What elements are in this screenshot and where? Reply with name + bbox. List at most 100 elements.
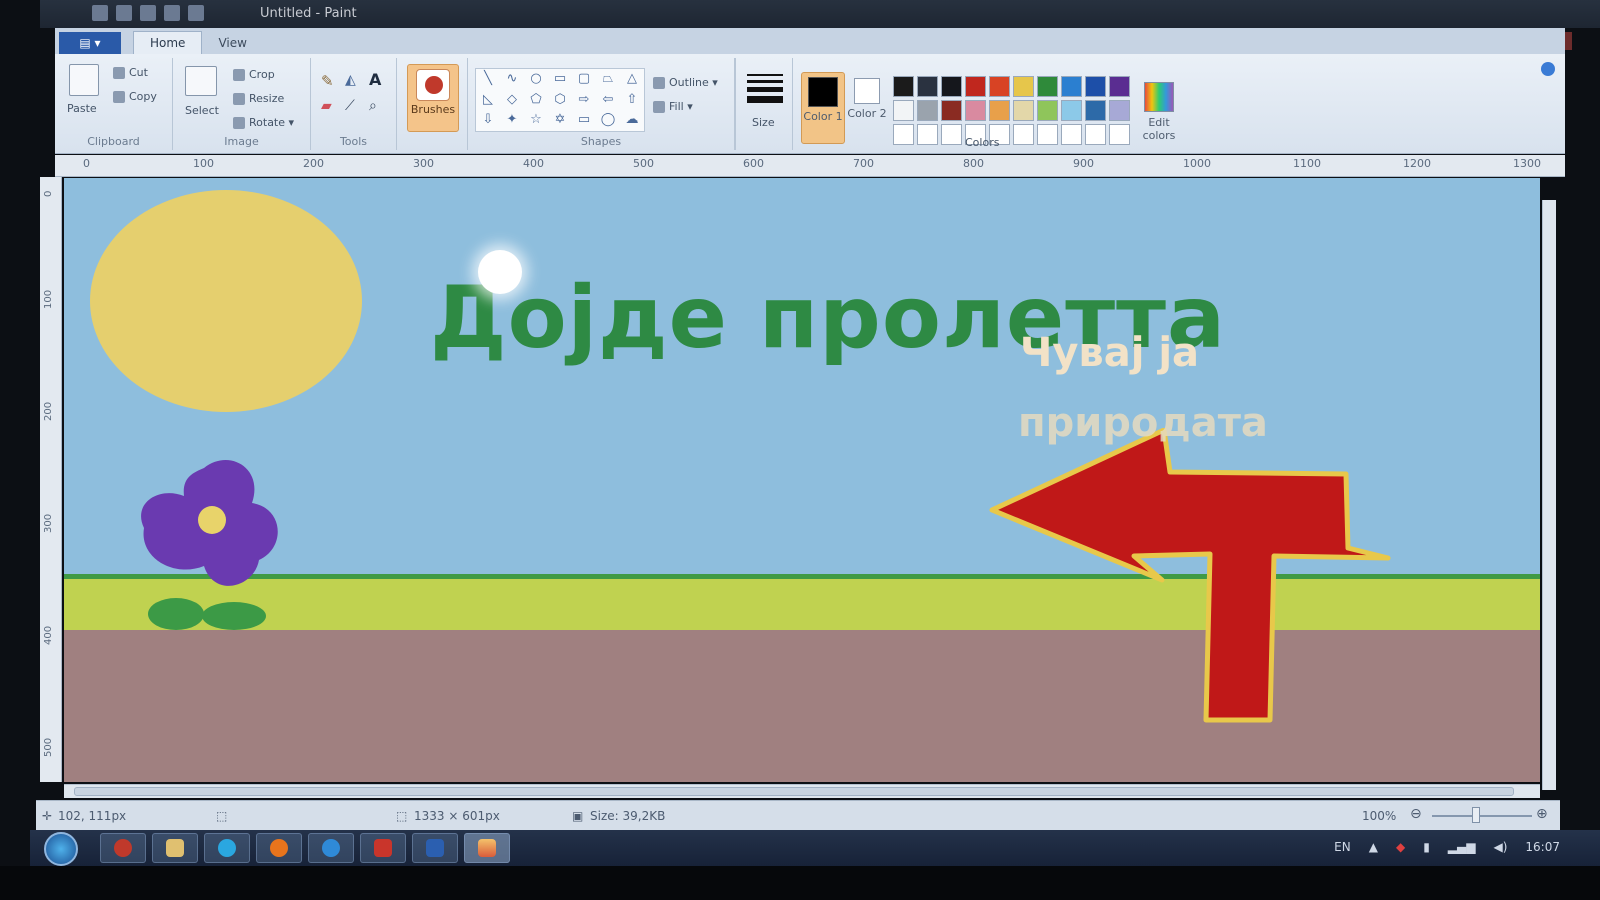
- palette-swatch[interactable]: [1037, 76, 1058, 97]
- palette-swatch[interactable]: [1013, 76, 1034, 97]
- palette-swatch[interactable]: [1013, 100, 1034, 121]
- taskbar-explorer[interactable]: [152, 833, 198, 863]
- edit-colors-button[interactable]: Edit colors: [1139, 82, 1179, 142]
- resize-button[interactable]: Resize: [233, 92, 284, 105]
- paint-app-icon[interactable]: [92, 5, 108, 21]
- zoom-in-icon[interactable]: ⊕: [1536, 806, 1548, 822]
- drawing-canvas[interactable]: Дојде пролетта: [64, 178, 1540, 782]
- cloud-callout-icon[interactable]: ☁: [620, 110, 644, 131]
- text-tool-icon[interactable]: A: [369, 70, 381, 89]
- taskbar-media-player[interactable]: [100, 833, 146, 863]
- pencil-icon[interactable]: ✎: [321, 72, 334, 90]
- select-button[interactable]: Select: [185, 104, 219, 117]
- line-shape-icon[interactable]: ╲: [476, 69, 500, 90]
- crop-button[interactable]: Crop: [233, 68, 275, 81]
- palette-swatch[interactable]: [893, 124, 914, 145]
- tab-home[interactable]: Home: [133, 31, 203, 54]
- size-button[interactable]: Size: [752, 116, 775, 129]
- palette-swatch[interactable]: [1037, 100, 1058, 121]
- down-arrow-shape-icon[interactable]: ⇩: [476, 110, 500, 131]
- paste-button[interactable]: Paste: [67, 102, 97, 115]
- start-button[interactable]: [44, 832, 78, 866]
- left-arrow-shape-icon[interactable]: ⇦: [596, 90, 620, 111]
- palette-swatch[interactable]: [965, 100, 986, 121]
- horizontal-scrollbar[interactable]: [64, 784, 1540, 798]
- color-picker-icon[interactable]: ⟋: [345, 98, 355, 114]
- palette-swatch[interactable]: [989, 100, 1010, 121]
- horizontal-scroll-thumb[interactable]: [74, 787, 1514, 796]
- rectangle-shape-icon[interactable]: ▭: [548, 69, 572, 90]
- color1-button[interactable]: Color 1: [801, 72, 845, 144]
- palette-swatch[interactable]: [1061, 76, 1082, 97]
- curve-shape-icon[interactable]: ∿: [500, 69, 524, 90]
- outline-button[interactable]: Outline ▾: [653, 76, 718, 89]
- color2-button[interactable]: Color 2: [847, 76, 887, 144]
- taskbar-acrobat[interactable]: [360, 833, 406, 863]
- palette-swatch[interactable]: [1085, 100, 1106, 121]
- fill-bucket-icon[interactable]: ◭: [345, 72, 356, 88]
- copy-button[interactable]: Copy: [113, 90, 157, 103]
- tab-view[interactable]: View: [202, 32, 262, 54]
- taskbar-skype[interactable]: [204, 833, 250, 863]
- palette-swatch[interactable]: [989, 76, 1010, 97]
- save-icon[interactable]: [116, 5, 132, 21]
- vertical-scrollbar[interactable]: [1542, 200, 1556, 790]
- right-arrow-shape-icon[interactable]: ⇨: [572, 90, 596, 111]
- select-icon[interactable]: [185, 66, 217, 96]
- show-hidden-icons-icon[interactable]: ▲: [1369, 840, 1378, 854]
- palette-swatch[interactable]: [917, 124, 938, 145]
- size-icon[interactable]: [747, 74, 783, 107]
- battery-icon[interactable]: ▮: [1423, 840, 1430, 854]
- triangle-shape-icon[interactable]: △: [620, 69, 644, 90]
- rounded-callout-icon[interactable]: ▭: [572, 110, 596, 131]
- undo-icon[interactable]: [140, 5, 156, 21]
- rotate-button[interactable]: Rotate ▾: [233, 116, 294, 129]
- rounded-rectangle-shape-icon[interactable]: ▢: [572, 69, 596, 90]
- zoom-slider[interactable]: [1432, 815, 1532, 817]
- oval-shape-icon[interactable]: ○: [524, 69, 548, 90]
- redo-icon[interactable]: [164, 5, 180, 21]
- palette-swatch[interactable]: [1037, 124, 1058, 145]
- hexagon-shape-icon[interactable]: ⬡: [548, 90, 572, 111]
- new-icon[interactable]: [188, 5, 204, 21]
- language-indicator[interactable]: EN: [1334, 840, 1351, 854]
- up-arrow-shape-icon[interactable]: ⇧: [620, 90, 644, 111]
- palette-swatch[interactable]: [1085, 124, 1106, 145]
- right-triangle-shape-icon[interactable]: ◺: [476, 90, 500, 111]
- paste-icon[interactable]: [69, 64, 99, 96]
- palette-swatch[interactable]: [1013, 124, 1034, 145]
- brushes-button[interactable]: Brushes: [407, 64, 459, 132]
- palette-swatch[interactable]: [917, 100, 938, 121]
- palette-swatch[interactable]: [941, 124, 962, 145]
- color-palette[interactable]: [893, 76, 1130, 145]
- network-signal-icon[interactable]: ▂▄▆: [1448, 840, 1476, 854]
- palette-swatch[interactable]: [1109, 100, 1130, 121]
- zoom-out-icon[interactable]: ⊖: [1410, 806, 1422, 822]
- taskbar-firefox[interactable]: [256, 833, 302, 863]
- five-point-star-icon[interactable]: ☆: [524, 110, 548, 131]
- taskbar-word[interactable]: [412, 833, 458, 863]
- shapes-gallery[interactable]: ╲ ∿ ○ ▭ ▢ ⏢ △ ◺ ◇ ⬠ ⬡ ⇨ ⇦ ⇧ ⇩ ✦ ☆ ✡ ▭ ◯ ☁: [475, 68, 645, 132]
- palette-swatch[interactable]: [893, 100, 914, 121]
- palette-swatch[interactable]: [941, 100, 962, 121]
- paint-menu-button[interactable]: ▤ ▾: [59, 32, 121, 54]
- clock[interactable]: 16:07: [1525, 840, 1560, 854]
- palette-swatch[interactable]: [941, 76, 962, 97]
- antivirus-icon[interactable]: ◆: [1396, 840, 1405, 854]
- palette-swatch[interactable]: [965, 76, 986, 97]
- fill-button[interactable]: Fill ▾: [653, 100, 693, 113]
- oval-callout-icon[interactable]: ◯: [596, 110, 620, 131]
- zoom-slider-thumb[interactable]: [1472, 807, 1480, 823]
- magnifier-icon[interactable]: ⌕: [369, 98, 377, 114]
- palette-swatch[interactable]: [1109, 124, 1130, 145]
- taskbar-paint[interactable]: [464, 833, 510, 863]
- polygon-shape-icon[interactable]: ⏢: [596, 69, 620, 90]
- palette-swatch[interactable]: [1109, 76, 1130, 97]
- palette-swatch[interactable]: [1061, 100, 1082, 121]
- palette-swatch[interactable]: [893, 76, 914, 97]
- palette-swatch[interactable]: [1061, 124, 1082, 145]
- volume-icon[interactable]: ◀): [1493, 840, 1507, 854]
- palette-swatch[interactable]: [1085, 76, 1106, 97]
- cut-button[interactable]: Cut: [113, 66, 148, 79]
- pentagon-shape-icon[interactable]: ⬠: [524, 90, 548, 111]
